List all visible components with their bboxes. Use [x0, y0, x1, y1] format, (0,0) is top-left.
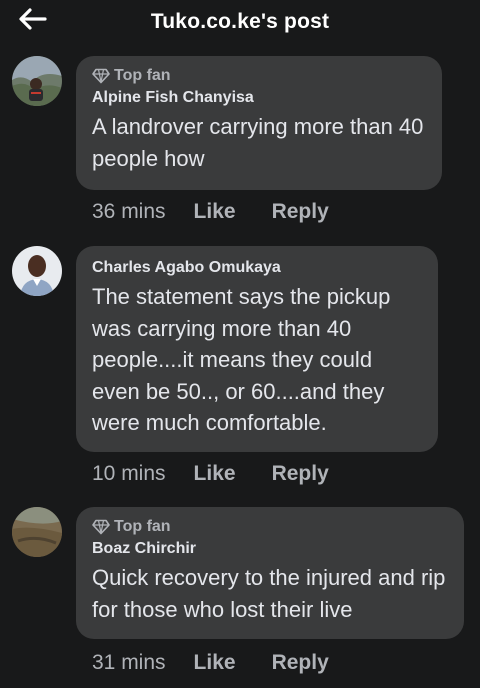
- badge-label: Top fan: [114, 67, 171, 84]
- author-name[interactable]: Charles Agabo Omukaya: [92, 258, 422, 278]
- comment-text: The statement says the pickup was carryi…: [92, 284, 391, 435]
- like-button[interactable]: Like: [194, 462, 236, 486]
- avatar[interactable]: [12, 246, 62, 296]
- comment-timestamp[interactable]: 31 mins: [92, 651, 166, 675]
- avatar[interactable]: [12, 56, 62, 106]
- like-button[interactable]: Like: [194, 200, 236, 224]
- reply-button[interactable]: Reply: [272, 200, 329, 224]
- comment-text: Quick recovery to the injured and rip fo…: [92, 565, 446, 622]
- diamond-icon: [92, 519, 110, 535]
- avatar[interactable]: [12, 507, 62, 557]
- top-fan-badge: Top fan: [92, 66, 426, 86]
- reply-button[interactable]: Reply: [272, 651, 329, 675]
- badge-label: Top fan: [114, 518, 171, 535]
- comment-bubble: Top fan Boaz Chirchir Quick recovery to …: [76, 507, 464, 639]
- like-button[interactable]: Like: [194, 651, 236, 675]
- comment-bubble: Top fan Alpine Fish Chanyisa A landrover…: [76, 56, 442, 190]
- top-fan-badge: Top fan: [92, 517, 448, 537]
- diamond-icon: [92, 68, 110, 84]
- comment-text: A landrover carrying more than 40 people…: [92, 114, 424, 171]
- comment-timestamp[interactable]: 10 mins: [92, 462, 166, 486]
- comment-bubble: Charles Agabo Omukaya The statement says…: [76, 246, 438, 452]
- comment-actions: 36 mins Like Reply: [92, 200, 329, 224]
- author-name[interactable]: Boaz Chirchir: [92, 539, 448, 559]
- page-title: Tuko.co.ke's post: [150, 10, 330, 33]
- reply-button[interactable]: Reply: [272, 462, 329, 486]
- comment-timestamp[interactable]: 36 mins: [92, 200, 166, 224]
- author-name[interactable]: Alpine Fish Chanyisa: [92, 88, 426, 108]
- comment-actions: 31 mins Like Reply: [92, 651, 329, 675]
- top-bar: Tuko.co.ke's post: [0, 0, 480, 44]
- comment-actions: 10 mins Like Reply: [92, 462, 329, 486]
